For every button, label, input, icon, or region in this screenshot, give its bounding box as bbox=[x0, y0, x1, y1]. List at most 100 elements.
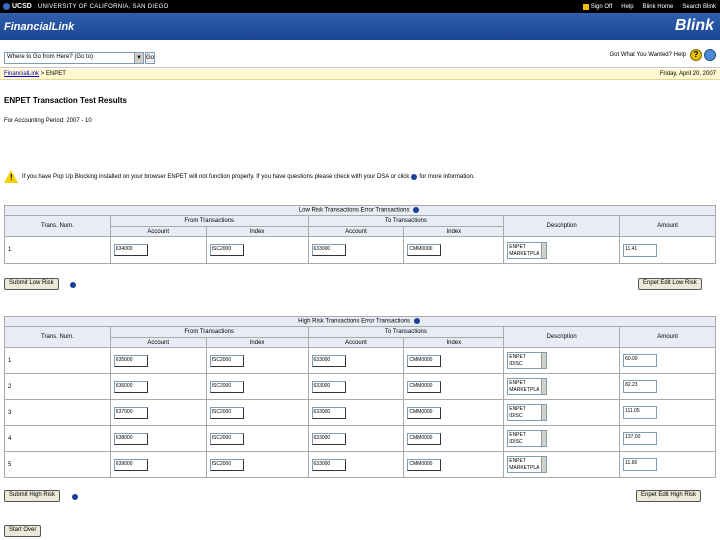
to-account-field[interactable]: 633000 bbox=[311, 380, 346, 393]
description-option: MARKETPLA bbox=[509, 250, 540, 257]
submit-high-risk-button[interactable]: Submit High Risk bbox=[4, 490, 61, 502]
go-to-select[interactable]: Where to Go from Here? (Go to) ▼ bbox=[4, 52, 144, 64]
to-account-field[interactable]: 633000 bbox=[311, 432, 346, 445]
to-index-field[interactable]: CMM0000 bbox=[407, 244, 442, 256]
edit-high-risk-button[interactable]: Enpet Edit High Risk bbox=[636, 490, 702, 502]
scrollbar[interactable] bbox=[541, 431, 547, 446]
description-option: MARKETPLA bbox=[509, 465, 540, 471]
scrollbar[interactable] bbox=[541, 379, 547, 394]
search-blink-link[interactable]: Search Blink bbox=[682, 4, 716, 10]
description-option: MARKETPLA bbox=[509, 387, 540, 393]
from-account-field[interactable]: 634000 bbox=[113, 244, 148, 256]
table-row: 5 639000 ISC2000 633000 CMM0000 ENPET MAR… bbox=[4, 451, 716, 478]
amount-field[interactable]: 11.41 bbox=[623, 243, 658, 257]
col-from-account: Account bbox=[109, 337, 207, 348]
to-index-field[interactable]: CMM0000 bbox=[407, 406, 442, 419]
page-title: ENPET Transaction Test Results bbox=[4, 96, 127, 105]
description-list[interactable]: ENPET IDISC bbox=[507, 404, 548, 421]
info-icon[interactable] bbox=[413, 207, 420, 214]
from-index-field[interactable]: ISC2000 bbox=[209, 354, 244, 367]
popup-warning: If you have Pop Up Blocking installed on… bbox=[4, 170, 475, 183]
col-to-account: Account bbox=[307, 226, 405, 237]
scrollbar[interactable] bbox=[541, 353, 547, 368]
go-button[interactable]: Go bbox=[145, 52, 155, 64]
info-icon[interactable] bbox=[411, 173, 418, 180]
col-to-account: Account bbox=[307, 337, 405, 348]
amount-field[interactable]: 11.66 bbox=[623, 458, 658, 471]
to-account-field[interactable]: 633000 bbox=[311, 458, 346, 471]
info-icon[interactable] bbox=[72, 494, 78, 500]
col-to-transactions: To Transactions bbox=[307, 215, 505, 227]
breadcrumb-financiallink[interactable]: FinancialLink bbox=[4, 71, 39, 77]
trans-num: 5 bbox=[4, 451, 111, 478]
to-index-field[interactable]: CMM0000 bbox=[407, 380, 442, 393]
app-title: FinancialLink bbox=[4, 21, 75, 33]
submit-low-risk-button[interactable]: Submit Low Risk bbox=[4, 278, 59, 290]
university-name: UNIVERSITY OF CALIFORNIA, SAN DIEGO bbox=[37, 3, 169, 10]
amount-field[interactable]: 82.23 bbox=[623, 380, 658, 393]
scrollbar[interactable] bbox=[541, 405, 547, 420]
from-index-field[interactable]: ISC2000 bbox=[209, 244, 244, 256]
description-option: ENPET bbox=[509, 354, 526, 360]
high-risk-caption: High Risk Transactions Error Transaction… bbox=[4, 316, 716, 327]
info-icon[interactable] bbox=[704, 49, 716, 61]
chevron-down-icon[interactable]: ▼ bbox=[134, 53, 143, 63]
table-row: 1 635000 ISC2000 633000 CMM0000 ENPET IDI… bbox=[4, 347, 716, 374]
description-list[interactable]: ENPET IDISC bbox=[507, 352, 548, 369]
col-to-index: Index bbox=[403, 337, 505, 348]
scrollbar[interactable] bbox=[541, 242, 547, 258]
go-to-select-value: Where to Go from Here? (Go to) bbox=[7, 54, 94, 60]
top-bar: UCSD UNIVERSITY OF CALIFORNIA, SAN DIEGO… bbox=[0, 0, 720, 13]
description-list[interactable]: ENPET MARKETPLA bbox=[507, 378, 548, 395]
col-description: Description bbox=[503, 326, 621, 348]
amount-field[interactable]: 60.00 bbox=[623, 354, 658, 367]
col-trans-num: Trans. Num. bbox=[4, 326, 111, 348]
amount-field[interactable]: 111.05 bbox=[623, 406, 658, 419]
start-over-button[interactable]: Start Over bbox=[4, 525, 42, 537]
table-row: 1 634000 ISC2000 633000 CMM0000 ENPET MAR… bbox=[4, 236, 716, 264]
from-index-field[interactable]: ISC2000 bbox=[209, 458, 244, 471]
description-list[interactable]: ENPET IDISC bbox=[507, 430, 548, 447]
app-header: FinancialLink Blink bbox=[0, 13, 720, 40]
from-account-field[interactable]: 637000 bbox=[113, 406, 148, 419]
col-description: Description bbox=[503, 215, 621, 237]
edit-low-risk-button[interactable]: Enpet Edit Low Risk bbox=[638, 278, 702, 290]
to-account-field[interactable]: 633000 bbox=[311, 354, 346, 367]
from-index-field[interactable]: ISC2000 bbox=[209, 406, 244, 419]
description-option: IDISC bbox=[509, 439, 523, 445]
to-index-field[interactable]: CMM0000 bbox=[407, 432, 442, 445]
from-account-field[interactable]: 636000 bbox=[113, 380, 148, 393]
help-question[interactable]: Got What You Wanted? Help bbox=[610, 52, 687, 58]
accounting-period: For Accounting Period: 2007 - 10 bbox=[4, 118, 92, 124]
sign-off-link[interactable]: Sign Off bbox=[582, 3, 613, 10]
to-account-field[interactable]: 633000 bbox=[311, 406, 346, 419]
to-index-field[interactable]: CMM0000 bbox=[407, 458, 442, 471]
help-icon[interactable]: ? bbox=[690, 49, 702, 61]
amount-field[interactable]: 137.00 bbox=[623, 432, 658, 445]
from-index-field[interactable]: ISC2000 bbox=[209, 380, 244, 393]
scrollbar[interactable] bbox=[541, 457, 547, 472]
to-account-field[interactable]: 633000 bbox=[311, 244, 346, 256]
to-index-field[interactable]: CMM0000 bbox=[407, 354, 442, 367]
from-account-field[interactable]: 638000 bbox=[113, 432, 148, 445]
blink-home-link[interactable]: Blink Home bbox=[643, 4, 674, 10]
description-list[interactable]: ENPET MARKETPLA bbox=[507, 241, 548, 259]
description-list[interactable]: ENPET MARKETPLA bbox=[507, 456, 548, 473]
description-option: ENPET bbox=[509, 458, 526, 464]
sign-off-label: Sign Off bbox=[590, 3, 613, 10]
info-icon[interactable] bbox=[70, 282, 76, 288]
description-option: ENPET bbox=[509, 243, 526, 250]
description-option: ENPET bbox=[509, 406, 526, 412]
trans-num: 2 bbox=[4, 373, 111, 400]
help-link[interactable]: Help bbox=[621, 4, 633, 10]
table-row: 4 638000 ISC2000 633000 CMM0000 ENPET IDI… bbox=[4, 425, 716, 452]
from-account-field[interactable]: 639000 bbox=[113, 458, 148, 471]
low-risk-caption-text: Low Risk Transactions Error Transactions bbox=[298, 207, 410, 214]
from-account-field[interactable]: 635000 bbox=[113, 354, 148, 367]
table-row: 3 637000 ISC2000 633000 CMM0000 ENPET IDI… bbox=[4, 399, 716, 426]
info-icon[interactable] bbox=[413, 318, 420, 325]
ucsd-logo: UCSD bbox=[3, 3, 32, 10]
blink-logo[interactable]: Blink bbox=[675, 17, 714, 35]
from-index-field[interactable]: ISC2000 bbox=[209, 432, 244, 445]
breadcrumb-current: > ENPET bbox=[40, 71, 66, 77]
